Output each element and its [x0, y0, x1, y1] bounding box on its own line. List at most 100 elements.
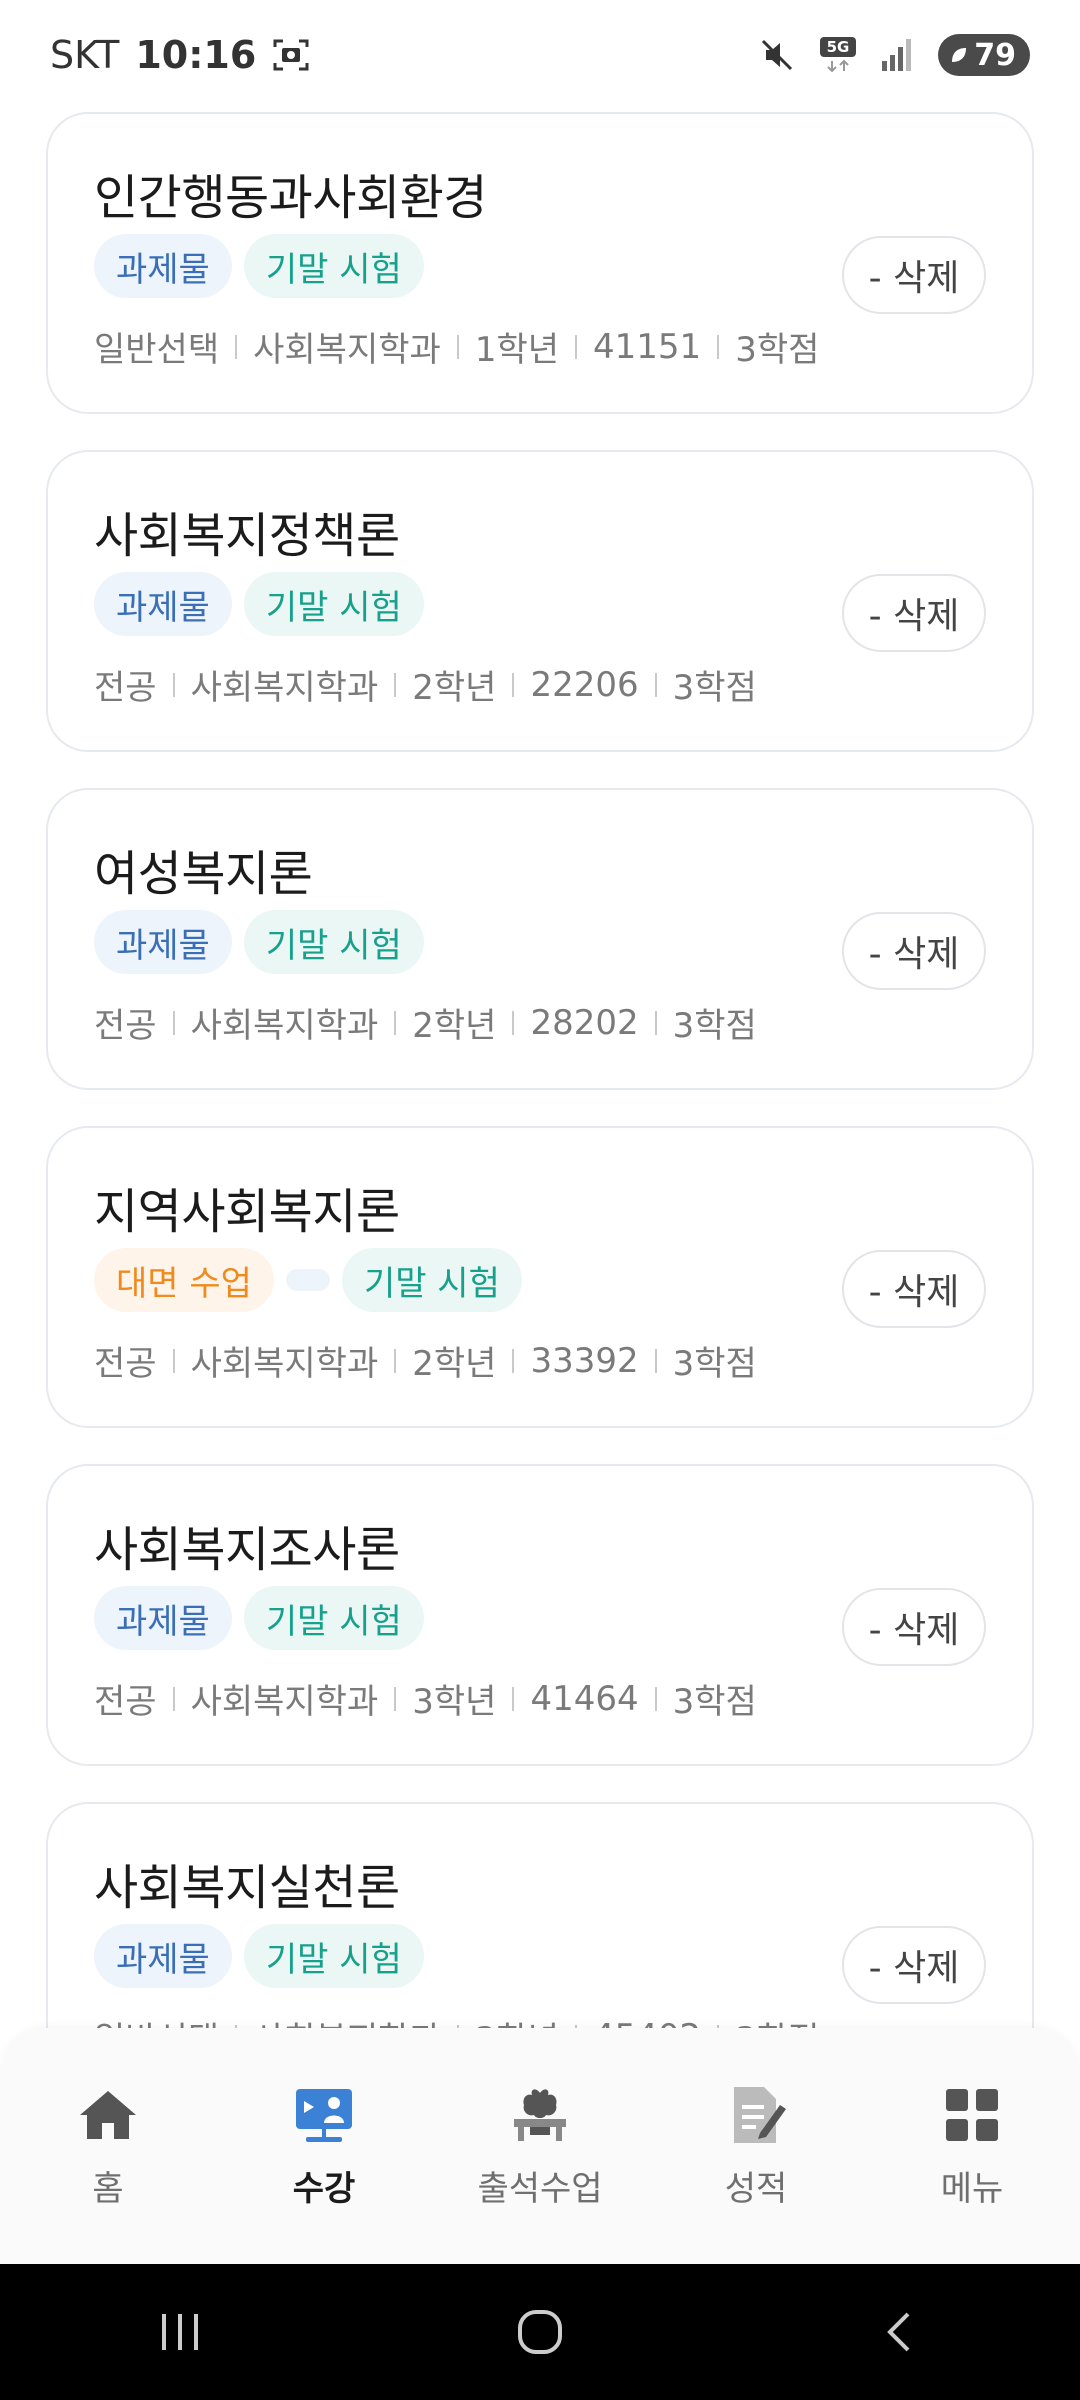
course-title: 사회복지조사론	[94, 1522, 400, 1578]
course-card[interactable]: 사회복지정책론 과제물 기말 시험 전공 사회복지학과 2학년 22206 3학…	[46, 450, 1034, 752]
course-list[interactable]: 인간행동과사회환경 과제물 기말 시험 일반선택 사회복지학과 1학년 4115…	[0, 110, 1080, 2030]
delete-button[interactable]: - 삭제	[842, 574, 986, 652]
course-type: 전공	[94, 668, 157, 708]
course-dept: 사회복지학과	[190, 1682, 379, 1722]
delete-button[interactable]: - 삭제	[842, 1926, 986, 2004]
delete-button[interactable]: - 삭제	[842, 1250, 986, 1328]
divider	[512, 1010, 515, 1035]
course-card[interactable]: 인간행동과사회환경 과제물 기말 시험 일반선택 사회복지학과 1학년 4115…	[46, 112, 1034, 414]
home-icon	[80, 2090, 136, 2139]
nav-menu[interactable]: 메뉴	[872, 2083, 1072, 2210]
home-system-button[interactable]	[480, 2292, 600, 2372]
divider	[172, 1010, 175, 1035]
course-grade: 2학년	[412, 1344, 497, 1384]
back-chevron-icon	[887, 2312, 910, 2352]
screen: SKT 10:16 5G 79 인간행동과사회환경 과제물 기말 시험 일반선택…	[0, 0, 1080, 2400]
signal-icon	[882, 39, 912, 71]
divider	[394, 1348, 397, 1373]
assignment-tag: 과제물	[94, 910, 232, 974]
course-credits: 3학점	[672, 1344, 757, 1384]
divider	[654, 1348, 657, 1373]
course-title: 여성복지론	[94, 846, 313, 902]
course-type: 전공	[94, 1344, 157, 1384]
assignment-tag: 과제물	[94, 234, 232, 298]
divider	[717, 334, 720, 359]
course-dept: 사회복지학과	[190, 1344, 379, 1384]
recent-apps-icon	[162, 2314, 198, 2350]
lecture-icon	[296, 2088, 352, 2142]
delete-button[interactable]: - 삭제	[842, 1588, 986, 1666]
course-card[interactable]: 여성복지론 과제물 기말 시험 전공 사회복지학과 2학년 28202 3학점 …	[46, 788, 1034, 1090]
course-dept: 사회복지학과	[253, 330, 441, 370]
battery-level: 79	[974, 37, 1016, 73]
course-code: 22206	[530, 664, 639, 705]
course-meta: 전공 사회복지학과 2학년 33392 3학점	[94, 1336, 757, 1385]
course-card[interactable]: 지역사회복지론 대면 수업 기말 시험 전공 사회복지학과 2학년 33392 …	[46, 1126, 1034, 1428]
nav-label: 성적	[724, 2168, 788, 2209]
divider	[512, 1686, 515, 1711]
final-exam-tag: 기말 시험	[243, 1924, 424, 1988]
course-meta: 전공 사회복지학과 2학년 28202 3학점	[94, 998, 757, 1047]
nav-lecture[interactable]: 수강	[224, 2083, 424, 2210]
network-5g-icon: 5G	[820, 37, 857, 73]
course-type: 전공	[94, 1682, 157, 1722]
nav-label: 수강	[292, 2168, 356, 2209]
course-title: 인간행동과사회환경	[94, 170, 487, 226]
divider	[512, 672, 515, 697]
divider	[394, 1686, 397, 1711]
course-credits: 3학점	[735, 330, 820, 370]
divider	[512, 1348, 515, 1373]
nav-home[interactable]: 홈	[8, 2083, 208, 2210]
divider	[172, 1686, 175, 1711]
back-button[interactable]	[840, 2292, 960, 2372]
course-code: 41151	[593, 326, 702, 367]
divider	[654, 1686, 657, 1711]
course-grade: 3학년	[412, 1682, 497, 1722]
divider	[456, 334, 459, 359]
final-exam-tag: 기말 시험	[243, 1586, 424, 1650]
final-exam-tag: 기말 시험	[243, 572, 424, 636]
course-meta: 전공 사회복지학과 3학년 41464 3학점	[94, 1674, 757, 1723]
home-circle-icon	[518, 2310, 562, 2354]
divider	[172, 672, 175, 697]
menu-grid-icon	[946, 2088, 998, 2141]
bottom-nav: 홈 수강 출석수업 성적 메뉴	[0, 2028, 1080, 2264]
nav-label: 메뉴	[940, 2168, 1004, 2209]
charging-icon	[952, 48, 967, 62]
divider	[575, 334, 578, 359]
delete-button[interactable]: - 삭제	[842, 236, 986, 314]
divider	[394, 1010, 397, 1035]
course-title: 지역사회복지론	[94, 1184, 400, 1240]
divider	[172, 1348, 175, 1373]
recent-apps-button[interactable]	[120, 2292, 240, 2372]
in-person-class-tag: 대면 수업	[94, 1248, 274, 1312]
course-credits: 3학점	[672, 1006, 757, 1046]
divider	[394, 672, 397, 697]
delete-button[interactable]: - 삭제	[842, 912, 986, 990]
course-type: 전공	[94, 1006, 157, 1046]
assignment-tag: 과제물	[94, 1924, 232, 1988]
battery-indicator: 79	[938, 34, 1030, 76]
network-label: 5G	[827, 38, 850, 56]
course-credits: 3학점	[672, 1682, 757, 1722]
final-exam-tag: 기말 시험	[243, 234, 424, 298]
system-nav-bar	[0, 2264, 1080, 2400]
divider	[654, 672, 657, 697]
course-dept: 사회복지학과	[190, 1006, 379, 1046]
course-grade: 1학년	[474, 330, 560, 370]
course-meta: 전공 사회복지학과 2학년 22206 3학점	[94, 660, 757, 709]
course-dept: 사회복지학과	[190, 668, 379, 708]
course-card[interactable]: 사회복지실천론 과제물 기말 시험 일반선택 사회복지학과 3학년 45402 …	[46, 1802, 1034, 2030]
clock: 10:16	[135, 33, 257, 77]
nav-grade[interactable]: 성적	[656, 2083, 856, 2210]
assignment-tag: 과제물	[94, 1586, 232, 1650]
final-exam-tag: 기말 시험	[341, 1248, 522, 1312]
carrier-label: SKT	[50, 33, 120, 77]
course-title: 사회복지실천론	[94, 1860, 400, 1916]
nav-attendance-class[interactable]: 출석수업	[440, 2083, 640, 2210]
course-code: 33392	[530, 1340, 639, 1381]
course-grade: 2학년	[412, 1006, 497, 1046]
course-type: 일반선택	[94, 330, 220, 370]
course-card[interactable]: 사회복지조사론 과제물 기말 시험 전공 사회복지학과 3학년 41464 3학…	[46, 1464, 1034, 1766]
status-bar: SKT 10:16 5G 79	[0, 0, 1080, 110]
